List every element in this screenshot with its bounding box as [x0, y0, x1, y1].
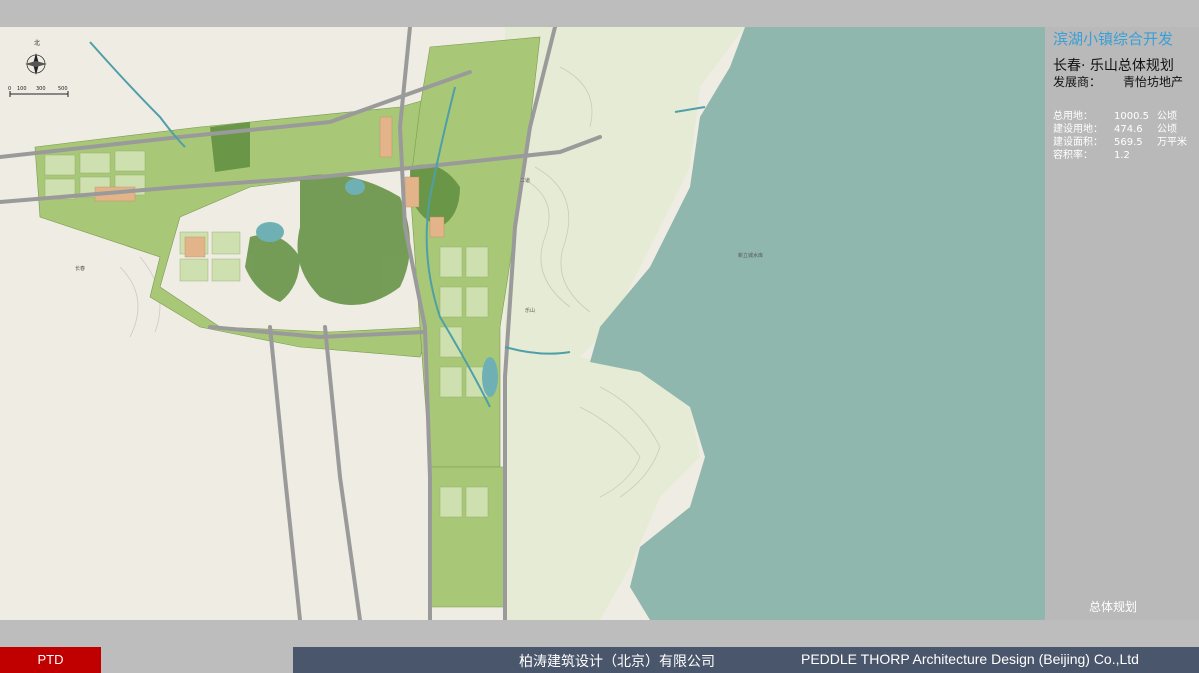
stat-value: 1.2 — [1114, 150, 1130, 161]
north-label: 北 — [34, 39, 40, 47]
plan-title: 长春· 乐山总体规划 — [1053, 58, 1174, 74]
top-band — [0, 0, 1199, 27]
project-brand-title: 滨湖小镇综合开发 — [1053, 30, 1174, 48]
stat-value: 569.5 — [1114, 137, 1143, 148]
scale-tick: 500 — [58, 86, 68, 92]
developer-value: 青怡坊地产 — [1123, 75, 1184, 89]
stat-total-land: 总用地： 1000.5 公顷 — [1053, 110, 1199, 123]
footer-gap — [0, 620, 1199, 647]
info-panel: 滨湖小镇综合开发 长春· 乐山总体规划 发展商： 青怡坊地产 总用地： 1000… — [1045, 27, 1199, 620]
stat-value: 1000.5 — [1114, 111, 1149, 122]
ptd-logo-label: PTD — [0, 647, 101, 673]
place-label: 新立城水库 — [738, 252, 763, 259]
place-label: 二道 — [520, 177, 530, 184]
stat-floor-area: 建设面积： 569.5 万平米 — [1053, 136, 1199, 149]
stat-unit: 公顷 — [1157, 111, 1177, 122]
scale-tick: 100 — [17, 86, 27, 92]
company-name-cn: 柏涛建筑设计（北京）有限公司 — [519, 654, 715, 670]
company-name-en: PEDDLE THORP Architecture Design (Beijin… — [801, 651, 1139, 667]
developer-label: 发展商： — [1053, 75, 1102, 89]
developer-row: 发展商： 青怡坊地产 — [1053, 73, 1183, 90]
stat-unit: 万平米 — [1157, 137, 1187, 148]
place-label: 乐山 — [525, 307, 535, 314]
stats-list: 总用地： 1000.5 公顷 建设用地： 474.6 公顷 建设面积： 569.… — [1053, 110, 1199, 162]
panel-caption: 总体规划 — [1089, 600, 1138, 614]
stat-label: 建设用地： — [1053, 124, 1103, 135]
scale-tick: 0 — [8, 86, 11, 92]
stat-construction-land: 建设用地： 474.6 公顷 — [1053, 123, 1199, 136]
stat-label: 建设面积： — [1053, 137, 1103, 148]
master-plan-map: 北 0 100 300 500 长春 乐山 新立城水库 二道 — [0, 27, 1045, 620]
stat-label: 总用地： — [1053, 111, 1093, 122]
footer-bar: 柏涛建筑设计（北京）有限公司 PEDDLE THORP Architecture… — [293, 647, 1199, 673]
place-label: 长春 — [75, 265, 85, 272]
scale-tick: 300 — [36, 86, 46, 92]
stat-label: 容积率： — [1053, 150, 1093, 161]
stat-plot-ratio: 容积率： 1.2 — [1053, 149, 1199, 162]
stat-value: 474.6 — [1114, 124, 1143, 135]
stat-unit: 公顷 — [1157, 124, 1177, 135]
